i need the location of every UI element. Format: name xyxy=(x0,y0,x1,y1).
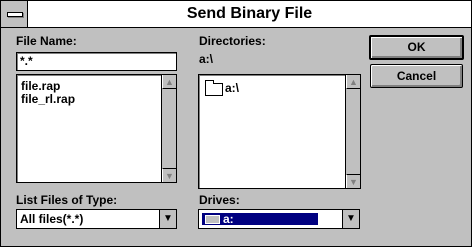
title-bar: Send Binary File xyxy=(1,1,471,28)
list-type-label: List Files of Type: xyxy=(16,193,118,207)
drives-value: a: xyxy=(223,212,234,226)
scroll-down-button[interactable]: ▼ xyxy=(162,168,176,182)
file-list[interactable]: file.rap file_rl.rap ▲ ▼ xyxy=(16,74,177,183)
down-arrow-icon: ▼ xyxy=(165,171,174,181)
ok-button[interactable]: OK xyxy=(369,35,464,60)
system-menu-icon xyxy=(7,12,23,17)
open-folder-icon xyxy=(205,80,223,96)
file-list-scrollbar[interactable]: ▲ ▼ xyxy=(161,75,176,182)
down-arrow-icon: ▼ xyxy=(349,177,358,187)
cancel-button[interactable]: Cancel xyxy=(370,64,463,88)
file-name-input[interactable]: *.* xyxy=(16,52,177,71)
file-name-label: File Name: xyxy=(16,34,77,48)
directory-list[interactable]: a:\ ▲ ▼ xyxy=(198,74,361,189)
chevron-down-icon[interactable]: ▼ xyxy=(159,210,176,228)
scroll-up-button[interactable]: ▲ xyxy=(162,75,176,89)
directory-item[interactable]: a:\ xyxy=(225,81,239,95)
list-type-select[interactable]: All files(*.*) ▼ xyxy=(16,209,177,229)
send-binary-file-dialog: Send Binary File File Name: *.* file.rap… xyxy=(0,0,472,247)
up-arrow-icon: ▲ xyxy=(165,77,174,87)
file-name-value: *.* xyxy=(20,54,33,68)
list-item[interactable]: file.rap xyxy=(21,79,60,93)
current-directory-path: a:\ xyxy=(199,52,214,66)
scroll-down-button[interactable]: ▼ xyxy=(346,174,360,188)
list-item[interactable]: file_rl.rap xyxy=(21,92,75,106)
directories-label: Directories: xyxy=(199,34,266,48)
window-title: Send Binary File xyxy=(186,5,313,22)
up-arrow-icon: ▲ xyxy=(349,77,358,87)
chevron-down-icon[interactable]: ▼ xyxy=(342,210,359,228)
floppy-drive-icon xyxy=(205,215,220,224)
system-menu-button[interactable] xyxy=(1,1,28,27)
directory-list-scrollbar[interactable]: ▲ ▼ xyxy=(345,75,360,188)
drives-select[interactable]: a: ▼ xyxy=(198,209,360,229)
list-type-value: All files(*.*) xyxy=(20,212,84,226)
scroll-up-button[interactable]: ▲ xyxy=(346,75,360,89)
drives-label: Drives: xyxy=(199,193,240,207)
